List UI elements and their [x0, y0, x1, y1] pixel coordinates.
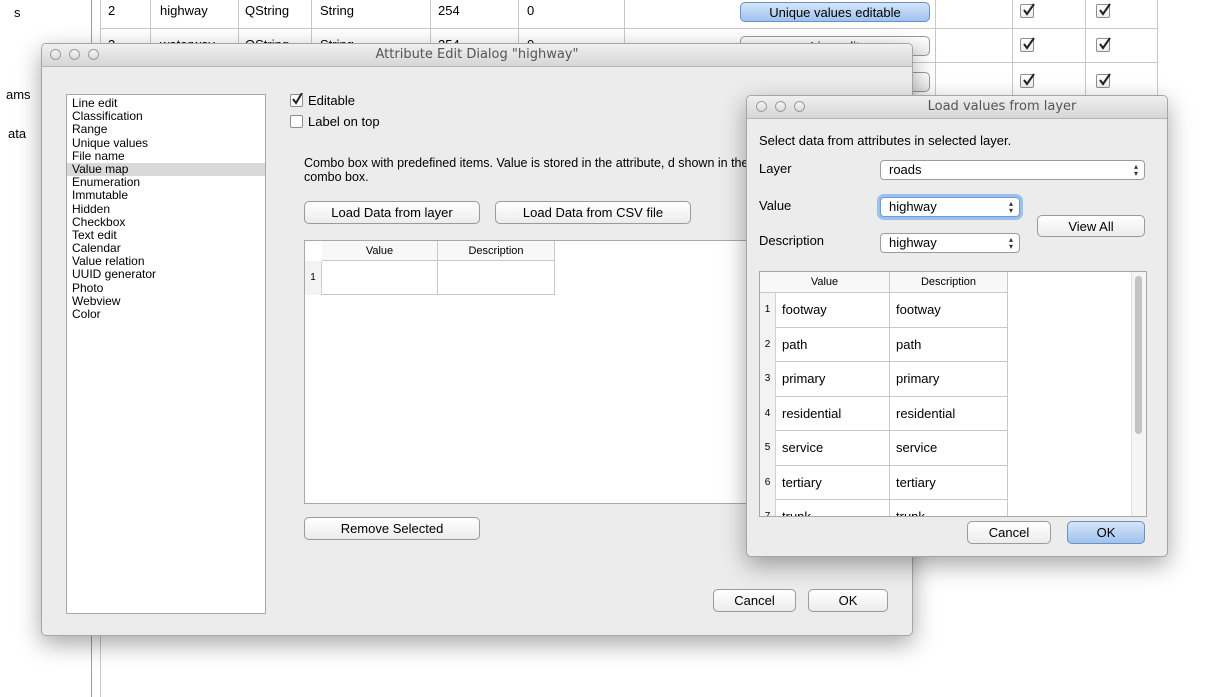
description-select[interactable]: highway ▴ ▾	[880, 233, 1020, 253]
widget-type-item[interactable]: Hidden	[67, 202, 265, 216]
minimize-window-button[interactable]	[775, 101, 786, 112]
value-cell[interactable]: trunk	[776, 500, 890, 516]
left-fragment-1: s	[14, 5, 21, 20]
editable-checkbox[interactable]	[290, 93, 303, 107]
dialog-title: Attribute Edit Dialog "highway"	[375, 47, 579, 62]
close-window-button[interactable]	[50, 49, 61, 60]
description-cell[interactable]: path	[890, 327, 1008, 362]
col-divider	[1157, 0, 1158, 95]
widget-type-item[interactable]: Photo	[67, 281, 265, 295]
checkbox-wms[interactable]	[1020, 73, 1035, 88]
value-cell[interactable]: residential	[776, 396, 890, 431]
layer-select[interactable]: roads ▴ ▾	[880, 160, 1145, 180]
column-header-description[interactable]: Description	[890, 272, 1008, 293]
checkbox-wms[interactable]	[1020, 3, 1035, 18]
left-fragment-2: ams	[6, 87, 31, 102]
description-cell[interactable]: residential	[890, 396, 1008, 431]
checkbox-wms[interactable]	[1020, 37, 1035, 52]
layer-label: Layer	[759, 161, 792, 176]
load-data-from-csv-button[interactable]: Load Data from CSV file	[495, 201, 691, 224]
row-divider	[100, 28, 1158, 29]
description-select-value: highway	[889, 235, 937, 250]
row-number: 1	[760, 293, 776, 328]
description-cell[interactable]: trunk	[890, 500, 1008, 516]
widget-type-item[interactable]: Range	[67, 123, 265, 136]
remove-selected-button[interactable]: Remove Selected	[304, 517, 480, 540]
column-header-value[interactable]: Value	[760, 272, 890, 293]
description-cell[interactable]: service	[890, 431, 1008, 466]
cancel-button[interactable]: Cancel	[713, 589, 796, 612]
minimize-window-button[interactable]	[69, 49, 80, 60]
edit-widget-button[interactable]: Unique values editable	[740, 2, 930, 22]
layer-select-value: roads	[889, 162, 922, 177]
left-fragment-3: ata	[8, 126, 27, 141]
row-number: 2	[760, 327, 776, 362]
col-divider	[935, 0, 936, 95]
zoom-window-button[interactable]	[88, 49, 99, 60]
close-window-button[interactable]	[756, 101, 767, 112]
field-num: 2	[108, 3, 116, 18]
row-number: 6	[760, 465, 776, 500]
value-cell[interactable]: tertiary	[776, 465, 890, 500]
load-dialog-titlebar: Load values from layer	[747, 96, 1167, 119]
row-number: 5	[760, 431, 776, 466]
value-select[interactable]: highway ▴ ▾	[880, 197, 1020, 217]
widget-description: Combo box with predefined items. Value i…	[304, 156, 749, 184]
row-number: 4	[760, 396, 776, 431]
view-all-button[interactable]: View All	[1037, 215, 1145, 237]
col-divider	[1085, 0, 1086, 95]
label-on-top-label: Label on top	[308, 114, 380, 129]
values-table[interactable]: Value Description 1 footway footway 2 path pa…	[759, 271, 1147, 517]
widget-type-item[interactable]: UUID generator	[67, 268, 265, 281]
zoom-window-button[interactable]	[794, 101, 805, 112]
updown-arrows-icon: ▴ ▾	[1008, 199, 1013, 215]
description-cell[interactable]: tertiary	[890, 465, 1008, 500]
editable-label: Editable	[308, 93, 355, 108]
field-name: highway	[160, 3, 208, 18]
value-cell[interactable]: primary	[776, 362, 890, 397]
description-cell[interactable]: footway	[890, 293, 1008, 328]
value-label: Value	[759, 198, 792, 213]
value-cell[interactable]	[322, 261, 438, 295]
ok-button[interactable]: OK	[1067, 521, 1145, 544]
checkbox-wfs[interactable]	[1096, 73, 1111, 88]
description-label: Description	[759, 233, 825, 248]
updown-arrows-icon: ▴ ▾	[1008, 235, 1013, 251]
column-header-description[interactable]: Description	[438, 241, 555, 261]
column-header-value[interactable]: Value	[322, 241, 438, 261]
widget-type-list[interactable]: Line edit Classification Range Unique value…	[66, 94, 266, 614]
field-type: QString	[245, 3, 290, 18]
widget-type-item[interactable]: Unique values	[67, 136, 265, 150]
description-cell[interactable]	[438, 261, 555, 295]
ok-button[interactable]: OK	[808, 589, 888, 612]
checkbox-wfs[interactable]	[1096, 37, 1111, 52]
field-length: 254	[438, 3, 460, 18]
updown-arrows-icon: ▴ ▾	[1133, 162, 1138, 178]
value-cell[interactable]: path	[776, 327, 890, 362]
cancel-button[interactable]: Cancel	[967, 521, 1051, 544]
load-data-from-layer-button[interactable]: Load Data from layer	[304, 201, 480, 224]
label-on-top-checkbox[interactable]	[290, 115, 303, 128]
row-number: 3	[760, 362, 776, 397]
field-typename: String	[320, 3, 354, 18]
widget-type-item[interactable]: Immutable	[67, 189, 265, 202]
scrollbar-thumb[interactable]	[1135, 276, 1142, 434]
field-precision: 0	[527, 3, 535, 18]
row-number: 7	[760, 500, 776, 516]
vertical-scrollbar[interactable]	[1131, 272, 1146, 516]
load-values-dialog: Load values from layer Select data from …	[746, 95, 1168, 557]
instruction-text: Select data from attributes in selected …	[759, 133, 1012, 148]
value-cell[interactable]: footway	[776, 293, 890, 328]
row-number: 1	[305, 261, 322, 295]
value-select-value: highway	[889, 199, 937, 214]
value-cell[interactable]: service	[776, 431, 890, 466]
load-dialog-title: Load values from layer	[927, 99, 1077, 114]
col-divider	[1012, 0, 1013, 95]
widget-type-item[interactable]: Color	[67, 307, 265, 321]
checkbox-wfs[interactable]	[1096, 3, 1111, 18]
widget-type-item[interactable]: File name	[67, 149, 265, 163]
widget-type-item[interactable]: Checkbox	[67, 215, 265, 229]
dialog-titlebar: Attribute Edit Dialog "highway"	[42, 44, 912, 67]
description-cell[interactable]: primary	[890, 362, 1008, 397]
